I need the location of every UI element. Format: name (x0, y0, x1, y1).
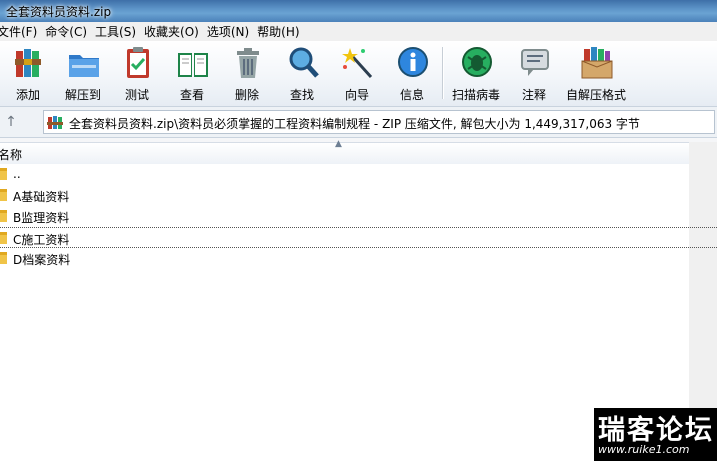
folder-icon (0, 232, 7, 244)
menu-file[interactable]: 文件(F) (0, 23, 43, 40)
file-name: .. (13, 167, 21, 181)
menu-bar: 文件(F) 命令(C) 工具(S) 收藏夹(O) 选项(N) 帮助(H) (0, 22, 717, 41)
sort-ascending-icon: ▲ (335, 139, 342, 149)
trash-icon (237, 48, 259, 78)
folder-icon (0, 168, 7, 180)
column-name-header[interactable]: 名称 (0, 146, 22, 163)
address-path: 全套资料员资料.zip\资料员必须掌握的工程资料编制规程 - ZIP 压缩文件,… (69, 117, 640, 131)
watermark-title: 瑞客论坛 (598, 415, 714, 446)
sfx-button[interactable]: 自解压格式 (566, 45, 626, 103)
menu-options[interactable]: 选项(N) (207, 23, 255, 40)
virus-scan-icon (462, 47, 492, 77)
window-title: 全套资料员资料.zip (6, 5, 112, 19)
list-item[interactable]: D档案资料 (0, 248, 717, 269)
menu-tools[interactable]: 工具(S) (95, 23, 142, 40)
menu-favorites[interactable]: 收藏夹(O) (144, 23, 205, 40)
address-bar: ↑ 全套资料员资料.zip\资料员必须掌握的工程资料编制规程 - ZIP 压缩文… (0, 107, 717, 138)
magnifier-icon (289, 47, 319, 78)
file-name: C施工资料 (13, 233, 70, 247)
info-button[interactable]: 信息 (384, 45, 440, 103)
toolbar: 添加 解压到 测试 查看 删除 查找 向导 信息 扫描病毒 注释 自解压格式 (0, 41, 717, 107)
add-archive-icon (15, 49, 41, 77)
book-icon (178, 53, 208, 77)
file-name: D档案资料 (13, 253, 71, 267)
folder-icon (0, 252, 7, 264)
sfx-label: 自解压格式 (565, 88, 626, 102)
column-header: 名称 ▲ (0, 139, 689, 165)
address-field[interactable]: 全套资料员资料.zip\资料员必须掌握的工程资料编制规程 - ZIP 压缩文件,… (43, 110, 715, 134)
archive-icon (47, 116, 63, 129)
folder-icon (0, 189, 7, 201)
menu-help[interactable]: 帮助(H) (257, 23, 305, 40)
file-name: B监理资料 (13, 211, 70, 225)
folder-extract-icon (69, 55, 99, 77)
comment-icon (521, 49, 549, 76)
folder-icon (0, 210, 7, 222)
watermark: 瑞客论坛 www.ruike1.com (594, 408, 717, 461)
title-bar: 全套资料员资料.zip (0, 0, 717, 22)
list-item[interactable]: B监理资料 (0, 206, 717, 227)
info-icon (398, 47, 428, 77)
menu-commands[interactable]: 命令(C) (45, 23, 93, 40)
watermark-url: www.ruike1.com (598, 443, 690, 456)
clipboard-check-icon (127, 47, 149, 78)
magic-wand-icon (342, 48, 373, 79)
list-item-parent[interactable]: .. (0, 164, 717, 185)
comment-button[interactable]: 注释 (506, 45, 562, 103)
file-name: A基础资料 (13, 190, 70, 204)
sfx-box-icon (581, 47, 613, 79)
list-item[interactable]: A基础资料 (0, 185, 717, 206)
list-item-focused[interactable]: C施工资料 (0, 227, 717, 248)
up-folder-icon[interactable]: ↑ (2, 113, 20, 131)
